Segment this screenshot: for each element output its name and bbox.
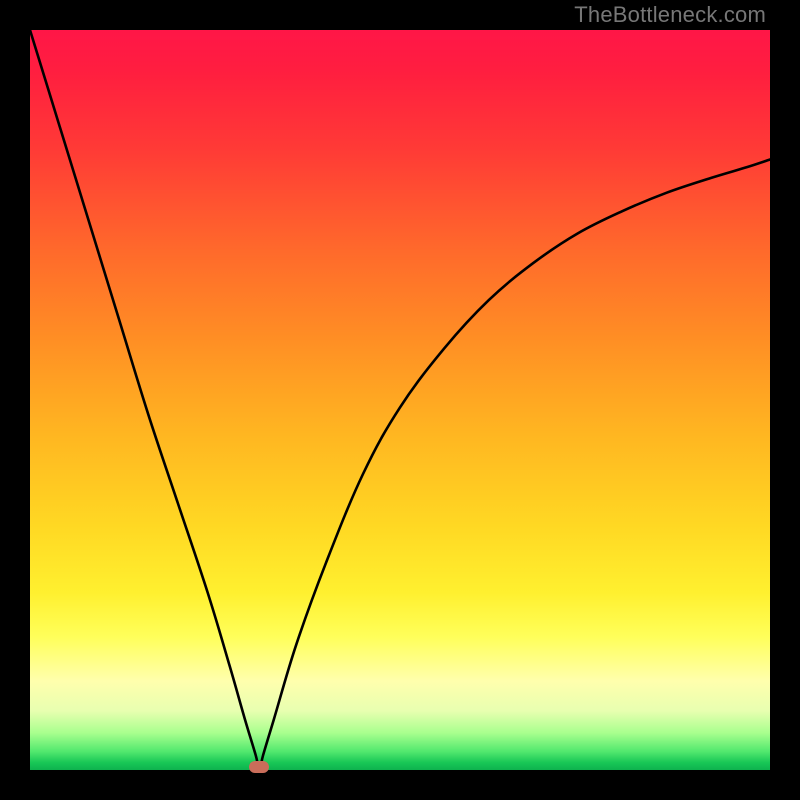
min-point-marker [249,761,269,773]
watermark-text: TheBottleneck.com [574,2,766,28]
chart-frame: TheBottleneck.com [0,0,800,800]
plot-area [30,30,770,770]
bottleneck-curve [30,30,770,770]
